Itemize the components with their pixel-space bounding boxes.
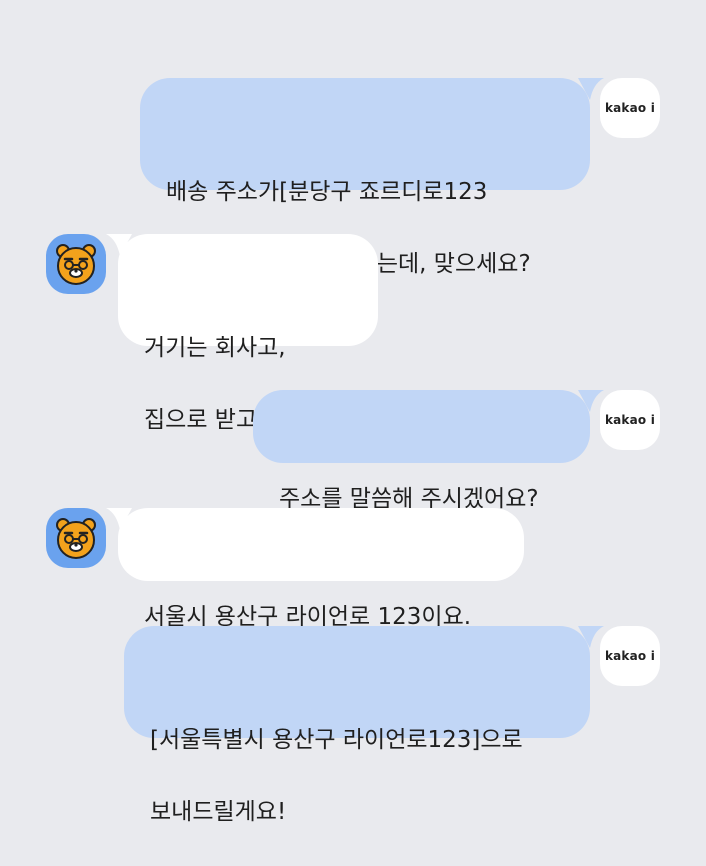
kakao-i-badge-icon: kakao i <box>600 390 660 450</box>
user-message-bubble: 서울시 용산구 라이언로 123이요. <box>106 508 524 630</box>
lion-face-icon <box>56 244 96 285</box>
message-text-line: [서울특별시 용산구 라이언로123]으로 <box>150 727 523 753</box>
lion-face-icon <box>56 518 96 559</box>
lion-avatar-icon <box>46 234 106 294</box>
badge-label: kakao i <box>604 101 656 115</box>
message-text-line: 보내드릴게요! <box>150 799 287 825</box>
message-text-line: 거기는 회사고, <box>144 335 286 361</box>
bubble-tail <box>106 508 132 530</box>
kakao-i-badge-icon: kakao i <box>600 78 660 138</box>
badge-label: kakao i <box>604 649 656 663</box>
bot-message-bubble: 배송 주소가[분당구 죠르디로123 N동 3층]으로 되어 있는데, 맞으세요… <box>140 78 604 277</box>
badge-label: kakao i <box>604 413 656 427</box>
lion-avatar-icon <box>46 508 106 568</box>
bubble-tail <box>106 234 132 256</box>
bot-message-bubble: [서울특별시 용산구 라이언로123]으로 보내드릴게요! <box>124 626 604 825</box>
message-text-line: 배송 주소가[분당구 죠르디로123 <box>166 179 488 205</box>
user-message-bubble: 거기는 회사고, 집으로 받고 싶어요. <box>106 234 378 433</box>
bot-message-bubble: 주소를 말씀해 주시겠어요? <box>253 390 604 512</box>
kakao-i-badge-icon: kakao i <box>600 626 660 686</box>
